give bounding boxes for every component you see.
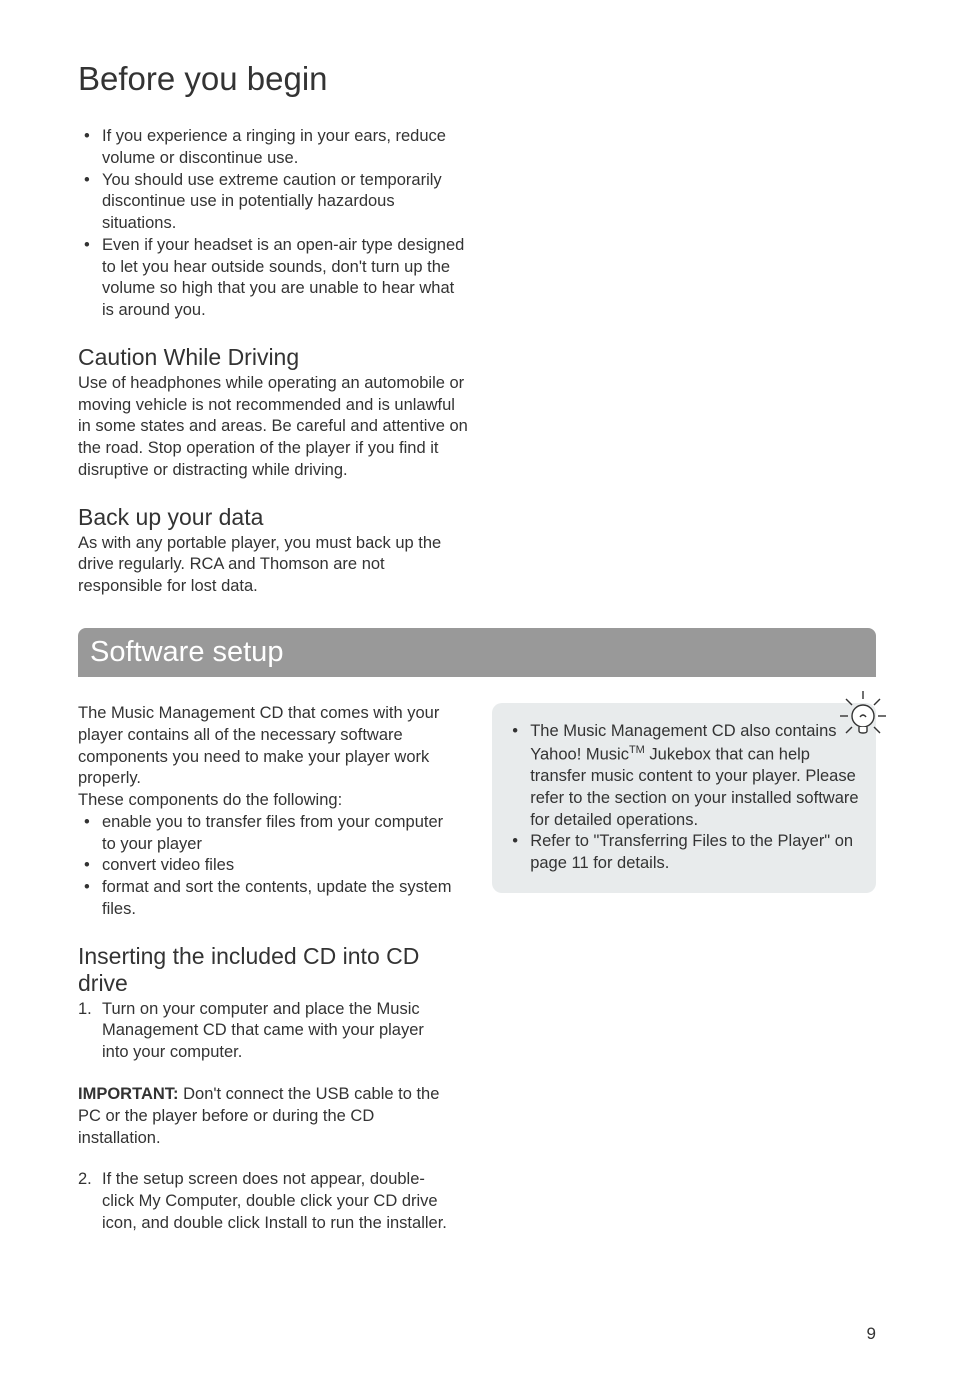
section-heading-bar: Software setup <box>78 628 876 677</box>
list-item: enable you to transfer files from your c… <box>78 812 452 856</box>
step-number: 1. <box>78 999 92 1021</box>
list-item: convert video files <box>78 855 452 877</box>
step-text: If the setup screen does not appear, dou… <box>102 1170 447 1232</box>
page-number: 9 <box>867 1324 876 1344</box>
software-setup-columns: The Music Management CD that comes with … <box>78 703 876 1235</box>
step-item: 2. If the setup screen does not appear, … <box>78 1169 452 1234</box>
list-item: You should use extreme caution or tempor… <box>78 170 468 235</box>
page-title: Before you begin <box>78 60 876 98</box>
caution-body: Use of headphones while operating an aut… <box>78 373 468 482</box>
list-item: The Music Management CD also contains Ya… <box>506 721 862 831</box>
important-note: IMPORTANT: Don't connect the USB cable t… <box>78 1084 452 1149</box>
list-item: format and sort the contents, update the… <box>78 877 452 921</box>
inserting-heading: Inserting the included CD into CD drive <box>78 943 452 997</box>
software-right-column: The Music Management CD also contains Ya… <box>492 703 876 1235</box>
caution-heading: Caution While Driving <box>78 344 468 371</box>
important-label: IMPORTANT: <box>78 1085 179 1103</box>
callout-box: The Music Management CD also contains Ya… <box>492 703 876 893</box>
inserting-steps-2: 2. If the setup screen does not appear, … <box>78 1169 452 1234</box>
components-list: enable you to transfer files from your c… <box>78 812 452 921</box>
trademark-symbol: TM <box>629 744 645 756</box>
step-text: Turn on your computer and place the Musi… <box>102 1000 424 1062</box>
intro-column: If you experience a ringing in your ears… <box>78 126 468 598</box>
intro-bullet-list: If you experience a ringing in your ears… <box>78 126 468 322</box>
step-number: 2. <box>78 1169 92 1191</box>
software-intro: The Music Management CD that comes with … <box>78 703 452 790</box>
callout-list: The Music Management CD also contains Ya… <box>506 721 862 875</box>
inserting-steps: 1. Turn on your computer and place the M… <box>78 999 452 1064</box>
list-item: Refer to "Transferring Files to the Play… <box>506 831 862 875</box>
backup-body: As with any portable player, you must ba… <box>78 533 468 598</box>
backup-heading: Back up your data <box>78 504 468 531</box>
list-item: Even if your headset is an open-air type… <box>78 235 468 322</box>
step-item: 1. Turn on your computer and place the M… <box>78 999 452 1064</box>
software-left-column: The Music Management CD that comes with … <box>78 703 452 1235</box>
components-intro-line: These components do the following: <box>78 790 452 812</box>
list-item: If you experience a ringing in your ears… <box>78 126 468 170</box>
